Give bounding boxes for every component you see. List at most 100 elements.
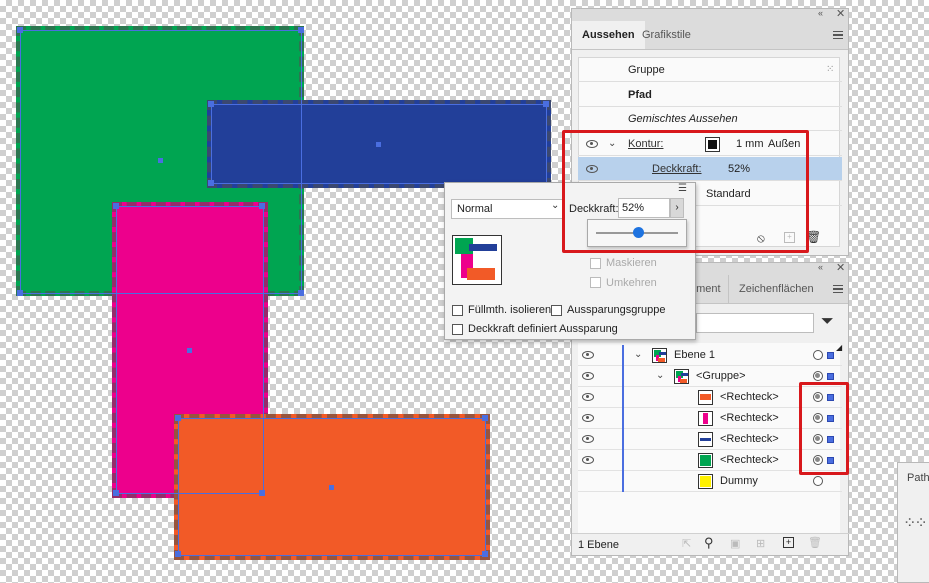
align-grid-icon[interactable]: ⁘⁘ bbox=[903, 513, 928, 533]
isolate-blending-label: Füllmth. isolieren bbox=[468, 304, 552, 316]
layer-label[interactable]: <Rechteck> bbox=[720, 387, 779, 408]
layer-row[interactable]: ⌄ Ebene 1 ◢ bbox=[578, 343, 842, 366]
visibility-eye-icon[interactable] bbox=[582, 456, 594, 464]
center-point bbox=[329, 485, 334, 490]
layer-label[interactable]: Dummy bbox=[720, 471, 758, 492]
handle[interactable] bbox=[175, 551, 181, 557]
visibility-eye-icon[interactable] bbox=[582, 414, 594, 422]
layer-label[interactable]: Ebene 1 bbox=[674, 345, 715, 366]
search-icon[interactable]: ⚲ bbox=[704, 535, 714, 551]
visibility-eye-icon[interactable] bbox=[582, 372, 594, 380]
panel-menu-icon[interactable] bbox=[833, 285, 843, 293]
layer-thumbnail bbox=[698, 411, 713, 426]
handle[interactable] bbox=[298, 27, 304, 33]
close-icon[interactable]: ✕ bbox=[836, 261, 845, 274]
handle[interactable] bbox=[259, 203, 265, 209]
layer-count: 1 Ebene bbox=[578, 539, 619, 551]
layer-thumbnail bbox=[698, 474, 713, 489]
handle[interactable] bbox=[208, 101, 214, 107]
selection-indicator[interactable] bbox=[827, 352, 834, 359]
handle[interactable] bbox=[113, 203, 119, 209]
layer-label[interactable]: <Rechteck> bbox=[720, 450, 779, 471]
layer-thumbnail bbox=[698, 390, 713, 405]
layer-label[interactable]: <Rechteck> bbox=[720, 408, 779, 429]
pathfinder-tab[interactable]: Path bbox=[907, 472, 929, 484]
pathfinder-panel-stub: Path ⁘⁘ bbox=[897, 462, 929, 583]
target-circle-icon[interactable] bbox=[813, 371, 823, 381]
center-point bbox=[376, 142, 381, 147]
new-layer-icon[interactable]: + bbox=[783, 537, 794, 548]
layer-color-bar bbox=[622, 387, 624, 408]
panel-menu-icon[interactable] bbox=[833, 31, 843, 39]
layer-color-bar bbox=[622, 471, 624, 492]
row-gemischt-label: Gemischtes Aussehen bbox=[628, 113, 738, 125]
tab-zeichenflaechen[interactable]: Zeichenflächen bbox=[728, 275, 824, 303]
blend-mode-select[interactable]: Normal ⌄ bbox=[451, 199, 565, 219]
visibility-eye-icon[interactable] bbox=[582, 393, 594, 401]
center-point bbox=[187, 348, 192, 353]
make-clipping-mask-icon[interactable]: ▣ bbox=[730, 537, 740, 550]
layers-footer: 1 Ebene ⇱ ⚲ ▣ ⊞ + 🗑 bbox=[572, 533, 850, 556]
collapse-icon[interactable]: « bbox=[818, 8, 823, 18]
layer-search-input[interactable] bbox=[696, 313, 814, 333]
visibility-eye-icon[interactable] bbox=[582, 435, 594, 443]
row-gruppe-label: Gruppe bbox=[628, 64, 665, 76]
visibility-eye-icon[interactable] bbox=[582, 351, 594, 359]
target-circle-icon[interactable] bbox=[813, 350, 823, 360]
layer-thumbnail bbox=[674, 369, 689, 384]
handle[interactable] bbox=[17, 27, 23, 33]
selection-indicator[interactable] bbox=[827, 373, 834, 380]
layer-label[interactable]: <Rechteck> bbox=[720, 429, 779, 450]
handle[interactable] bbox=[175, 415, 181, 421]
dotted-grip-icon: ⁙ bbox=[826, 64, 835, 75]
highlight-box-targets bbox=[799, 382, 849, 475]
opacity-knockout-checkbox[interactable] bbox=[452, 324, 463, 335]
tab-element[interactable]: ement bbox=[690, 275, 731, 303]
filter-icon[interactable]: ⏷ bbox=[821, 313, 834, 331]
highlight-box-appearance bbox=[562, 130, 809, 253]
export-icon[interactable]: ⇱ bbox=[682, 537, 691, 550]
row-gemischtes-aussehen[interactable]: Gemischtes Aussehen bbox=[578, 107, 842, 131]
handle[interactable] bbox=[113, 490, 119, 496]
layer-thumbnail bbox=[698, 453, 713, 468]
mask-checkbox[interactable] bbox=[590, 258, 601, 269]
blend-mode-value: Normal bbox=[457, 203, 493, 215]
tab-grafikstile[interactable]: Grafikstile bbox=[632, 21, 701, 49]
handle[interactable] bbox=[482, 551, 488, 557]
panel-title-bar bbox=[572, 9, 848, 21]
layer-color-bar bbox=[622, 345, 624, 366]
invert-label: Umkehren bbox=[606, 277, 657, 289]
row-pfad[interactable]: Pfad bbox=[578, 83, 842, 107]
selected-art-corner-icon: ◢ bbox=[836, 343, 843, 352]
handle[interactable] bbox=[259, 490, 265, 496]
layer-thumbnail bbox=[698, 432, 713, 447]
layer-color-bar bbox=[622, 429, 624, 450]
new-sublayer-icon[interactable]: ⊞ bbox=[756, 537, 765, 550]
close-icon[interactable]: ✕ bbox=[836, 7, 845, 20]
handle[interactable] bbox=[482, 415, 488, 421]
chevron-down-icon[interactable]: ⌄ bbox=[656, 365, 664, 386]
knockout-group-checkbox[interactable] bbox=[551, 305, 562, 316]
mask-label: Maskieren bbox=[606, 257, 657, 269]
handle[interactable] bbox=[298, 290, 304, 296]
layer-thumbnail bbox=[652, 348, 667, 363]
trash-icon[interactable]: 🗑 bbox=[808, 536, 822, 549]
layer-label[interactable]: <Gruppe> bbox=[696, 366, 746, 387]
center-point bbox=[158, 158, 163, 163]
collapse-icon[interactable]: « bbox=[818, 262, 823, 272]
chevron-down-icon: ⌄ bbox=[551, 200, 560, 211]
handle[interactable] bbox=[543, 101, 549, 107]
handle[interactable] bbox=[17, 290, 23, 296]
knockout-group-label: Aussparungsgruppe bbox=[567, 304, 666, 316]
layer-color-bar bbox=[622, 408, 624, 429]
chevron-down-icon[interactable]: ⌄ bbox=[634, 344, 642, 365]
target-circle-icon[interactable] bbox=[813, 476, 823, 486]
row-gruppe[interactable]: Gruppe bbox=[578, 58, 842, 82]
invert-checkbox[interactable] bbox=[590, 277, 601, 288]
opacity-knockout-label: Deckkraft definiert Aussparung bbox=[468, 323, 618, 335]
layer-color-bar bbox=[622, 366, 624, 387]
isolate-blending-checkbox[interactable] bbox=[452, 305, 463, 316]
row-pfad-label: Pfad bbox=[628, 89, 652, 101]
handle[interactable] bbox=[208, 180, 214, 186]
object-thumbnail[interactable] bbox=[452, 235, 502, 285]
